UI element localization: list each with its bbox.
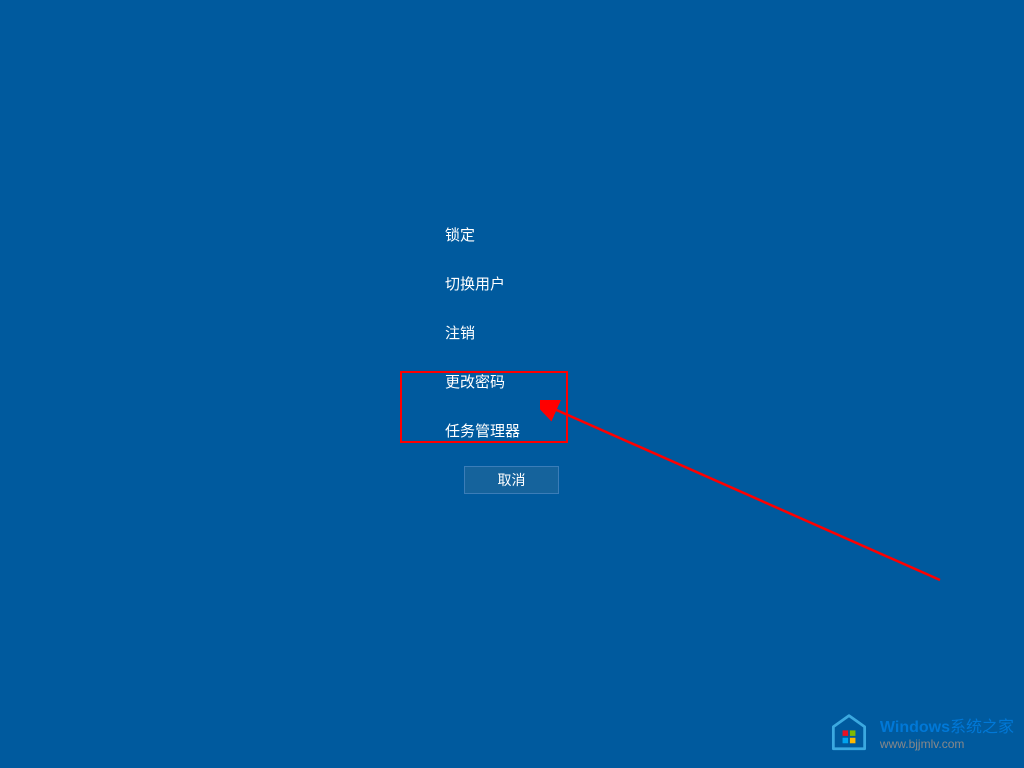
watermark-title: 系统之家 [950, 719, 1014, 736]
security-options-menu: 锁定 切换用户 注销 更改密码 任务管理器 [445, 210, 520, 455]
menu-item-change-password[interactable]: 更改密码 [445, 357, 520, 406]
cancel-button[interactable]: 取消 [464, 466, 559, 494]
watermark-url: www.bjjmlv.com [880, 737, 1014, 751]
watermark-logo-icon [826, 712, 872, 758]
menu-item-lock[interactable]: 锁定 [445, 210, 520, 259]
watermark-text: Windows系统之家 www.bjjmlv.com [880, 718, 1014, 752]
watermark: Windows系统之家 www.bjjmlv.com [826, 712, 1014, 758]
annotation-arrow [540, 400, 960, 600]
menu-item-sign-out[interactable]: 注销 [445, 308, 520, 357]
watermark-brand: Windows [880, 719, 950, 736]
menu-item-switch-user[interactable]: 切换用户 [445, 259, 520, 308]
menu-item-task-manager[interactable]: 任务管理器 [445, 406, 520, 455]
